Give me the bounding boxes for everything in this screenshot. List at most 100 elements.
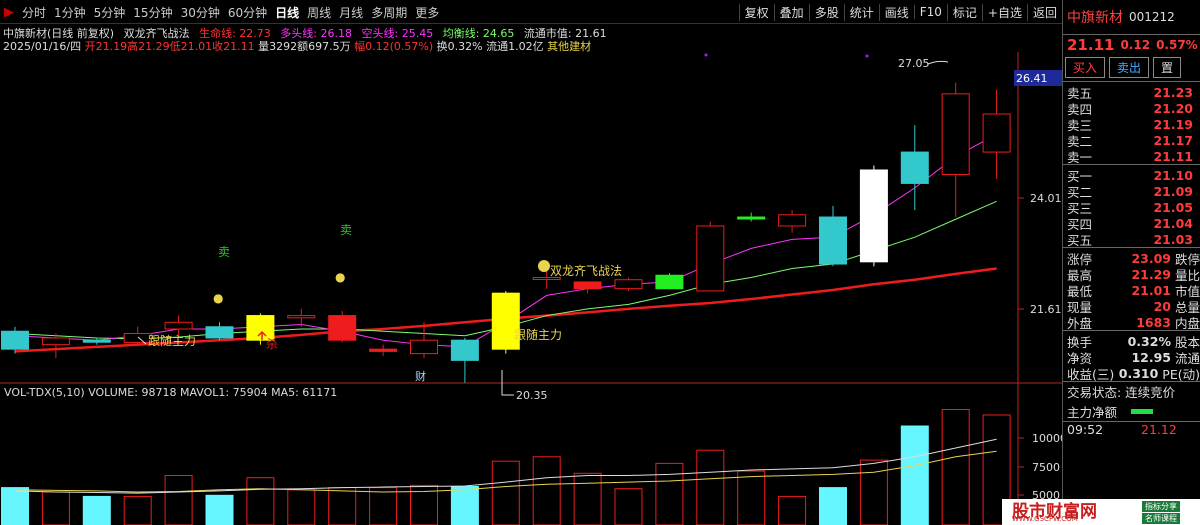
draw-line-button[interactable]: 画线 [878, 3, 914, 21]
back-button[interactable]: 返回 [1026, 3, 1062, 21]
volume-bar [737, 470, 766, 525]
candle-body [369, 348, 398, 352]
stats2-list: 换手 0.32% 股本 净资 12.95 流通 收益(三) 0.310 PE(动) [1063, 330, 1200, 382]
tab-period-8[interactable]: 月线 [335, 4, 367, 21]
watermark-tag: 名师课程 [1142, 513, 1180, 524]
bid-row: 买五 21.03 [1063, 231, 1200, 248]
candle-body [859, 169, 888, 263]
kline-chart[interactable]: 26.4124.0121.611000075005000◇× VOL-TDX(5… [0, 52, 1062, 525]
period-tabs: ▶ 分时 1分钟 5分钟 15分钟 30分钟 60分钟 日线 周线 月线 多周期… [0, 0, 443, 24]
more-button[interactable]: 置 [1153, 57, 1182, 78]
volume-bar [328, 487, 357, 525]
vol-axis-label: 10000 [1032, 432, 1062, 445]
f10-button[interactable]: F10 [913, 5, 947, 19]
bid-label: 买五 [1067, 232, 1093, 248]
panel-pct: 0.57% [1156, 37, 1198, 52]
adjust-button[interactable]: 复权 [738, 3, 774, 21]
tab-period-daily[interactable]: 日线 [271, 4, 303, 21]
stats-list: 涨停 23.09 跌停 最高 21.29 量比 最低 21.01 市值 现量 20 总量 外盘 1… [1063, 247, 1200, 331]
multi-stock-button[interactable]: 多股 [808, 3, 844, 21]
tab-period-1[interactable]: 1分钟 [50, 4, 90, 21]
volume-bar [246, 477, 275, 525]
quote-panel: 中旗新材 001212 21.11 0.12 0.57% 买入 卖出 置 卖五 2… [1062, 0, 1200, 525]
tab-period-4[interactable]: 30分钟 [177, 4, 224, 21]
sell-button[interactable]: 卖出 [1109, 57, 1150, 78]
candle-body [614, 279, 643, 290]
bid-price: 21.04 [1153, 215, 1193, 231]
volume-bar [614, 488, 643, 525]
tick-price: 21.12 [1141, 422, 1177, 437]
stat-value: 21.29 [1131, 266, 1171, 282]
main-net-row: 主力净额 [1063, 401, 1200, 421]
volume-bar [450, 486, 479, 525]
volume-bar [41, 491, 70, 525]
tick-time: 09:52 [1067, 422, 1104, 437]
stat-value: 21.01 [1131, 282, 1171, 298]
volume-bar [696, 449, 725, 525]
buy-button[interactable]: 买入 [1065, 57, 1106, 78]
low-price-label: 20.35 [516, 389, 548, 402]
stat-value: 1683 [1136, 314, 1171, 330]
dot-icon [865, 54, 869, 58]
high-arrow-icon [927, 60, 949, 65]
candle-body [778, 214, 807, 227]
sell-signal-label: 卖 [218, 245, 230, 259]
bid-price: 21.05 [1153, 199, 1193, 215]
watermark-tag: 指标分享 [1142, 501, 1180, 512]
tick-row: 09:52 21.12 [1063, 421, 1200, 437]
volume-bar [819, 487, 847, 525]
tab-period-5[interactable]: 60分钟 [224, 4, 271, 21]
tab-period-0[interactable]: 分时 [18, 4, 50, 21]
tab-period-3[interactable]: 15分钟 [129, 4, 176, 21]
candle-body [328, 315, 357, 341]
ask-label: 卖一 [1067, 149, 1093, 165]
stat-extra: 内盘 [1174, 315, 1200, 331]
candle-body [205, 326, 234, 339]
axis-label-mid: 24.01 [1030, 192, 1062, 205]
main-net-label: 主力净额 [1067, 404, 1118, 420]
bid-list: 买一 21.10 买二 21.09 买三 21.05 买四 21.04 买五 21.03 [1063, 164, 1200, 248]
volume-bar [123, 495, 152, 525]
axis-label-low: 21.61 [1030, 303, 1062, 316]
ask-price: 21.17 [1153, 132, 1193, 148]
vol-axis-label: 7500 [1032, 461, 1060, 474]
panel-price-row: 21.11 0.12 0.57% [1063, 34, 1200, 54]
tab-period-2[interactable]: 5分钟 [90, 4, 130, 21]
candle-body [164, 321, 193, 330]
tab-period-9[interactable]: 多周期 [367, 4, 411, 21]
kill-label: 杀 [266, 336, 278, 351]
vol-header: VOL-TDX(5,10) VOLUME: 98718 MAVOL1: 7590… [4, 386, 337, 399]
candle-body [410, 339, 438, 355]
stat2-row: 收益(三) 0.310 PE(动) [1063, 365, 1200, 382]
trade-state-row: 交易状态: 连续竞价 [1063, 381, 1200, 401]
cai-label: 财 [415, 369, 426, 383]
panel-stock-name: 中旗新材 [1067, 10, 1123, 26]
toolbar-menu-icon[interactable]: ▶ [0, 5, 18, 20]
ask-row: 卖一 21.11 [1063, 148, 1200, 165]
candle-body [82, 339, 111, 343]
bid-price: 21.09 [1153, 183, 1193, 199]
volume-bar [1, 487, 29, 525]
candle-body [655, 274, 684, 290]
candle-body [982, 113, 1011, 153]
ask-price: 21.20 [1153, 100, 1193, 116]
high-price-label: 27.05 [898, 57, 930, 70]
ask-price: 21.23 [1153, 84, 1193, 100]
volume-bar [287, 489, 316, 525]
volume-bar [859, 459, 888, 525]
volume-bar [491, 460, 520, 525]
tab-period-more[interactable]: 更多 [411, 4, 443, 21]
mark-button[interactable]: 标记 [946, 3, 982, 21]
volume-bar [655, 462, 684, 525]
panel-trade-buttons: 买入 卖出 置 [1063, 54, 1200, 81]
money-bag-icon: ● [213, 291, 223, 305]
ask-price: 21.11 [1153, 148, 1193, 164]
tab-period-7[interactable]: 周线 [303, 4, 335, 21]
stats-button[interactable]: 统计 [843, 3, 879, 21]
overlay-button[interactable]: 叠加 [773, 3, 809, 21]
add-watchlist-button[interactable]: +自选 [981, 3, 1027, 21]
candle-body [450, 339, 479, 361]
trade-state: 交易状态: 连续竞价 [1067, 385, 1176, 400]
candle-body [941, 93, 970, 175]
stat2-extra: PE(动) [1162, 366, 1200, 382]
